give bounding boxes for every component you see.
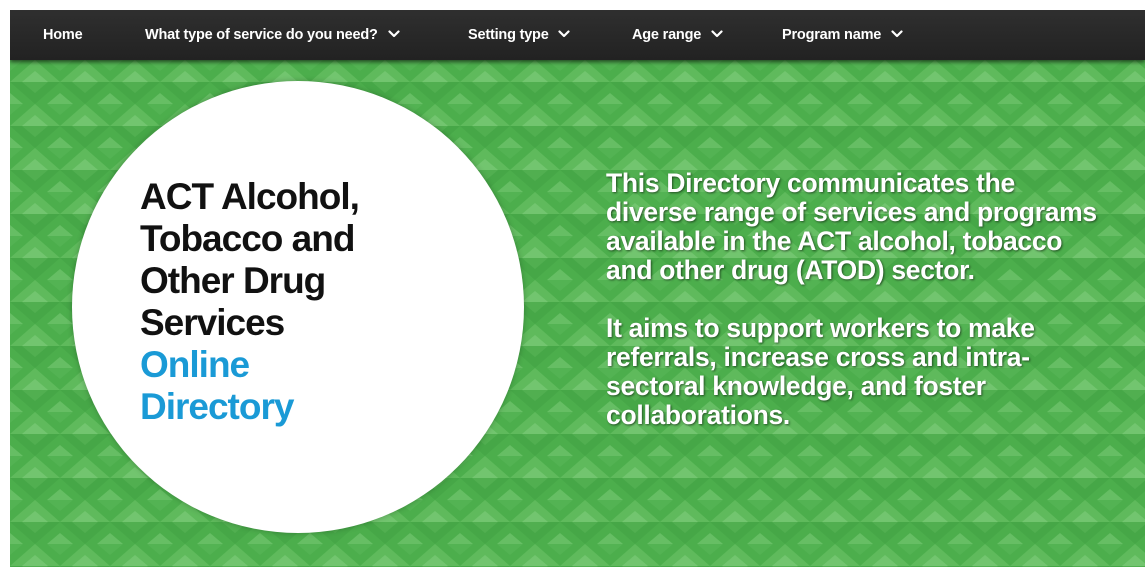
hero-banner: ACT Alcohol, Tobacco and Other Drug Serv…: [10, 60, 1145, 567]
title-line: Tobacco and: [140, 218, 355, 259]
intro-paragraph: It aims to support workers to make refer…: [606, 313, 1035, 430]
nav-setting-type-dropdown[interactable]: Setting type: [468, 10, 571, 60]
title-line: Other Drug: [140, 260, 326, 301]
nav-home-label: Home: [43, 27, 83, 43]
chevron-down-icon: [558, 30, 571, 37]
nav-age-range-dropdown[interactable]: Age range: [632, 10, 723, 60]
subtitle-line: Online: [140, 344, 250, 385]
subtitle-line: Directory: [140, 386, 294, 427]
nav-age-range-label: Age range: [632, 27, 702, 43]
nav-program-name-label: Program name: [782, 27, 882, 43]
top-navigation-bar: Home What type of service do you need? S…: [10, 10, 1145, 60]
directory-title: ACT Alcohol, Tobacco and Other Drug Serv…: [140, 176, 360, 428]
nav-home-link[interactable]: Home: [43, 10, 83, 60]
page-frame: Home What type of service do you need? S…: [10, 10, 1145, 567]
nav-setting-type-label: Setting type: [468, 27, 549, 43]
chevron-down-icon: [891, 30, 903, 37]
chevron-down-icon: [711, 30, 723, 37]
nav-service-type-label: What type of service do you need?: [145, 27, 378, 43]
intro-text: This Directory communicates the diverse …: [606, 169, 1106, 459]
title-line: ACT Alcohol,: [140, 176, 360, 217]
nav-service-type-dropdown[interactable]: What type of service do you need?: [145, 10, 400, 60]
nav-program-name-dropdown[interactable]: Program name: [782, 10, 903, 60]
title-line: Services: [140, 302, 285, 343]
chevron-down-icon: [387, 30, 400, 37]
intro-paragraph: This Directory communicates the diverse …: [606, 168, 1097, 285]
